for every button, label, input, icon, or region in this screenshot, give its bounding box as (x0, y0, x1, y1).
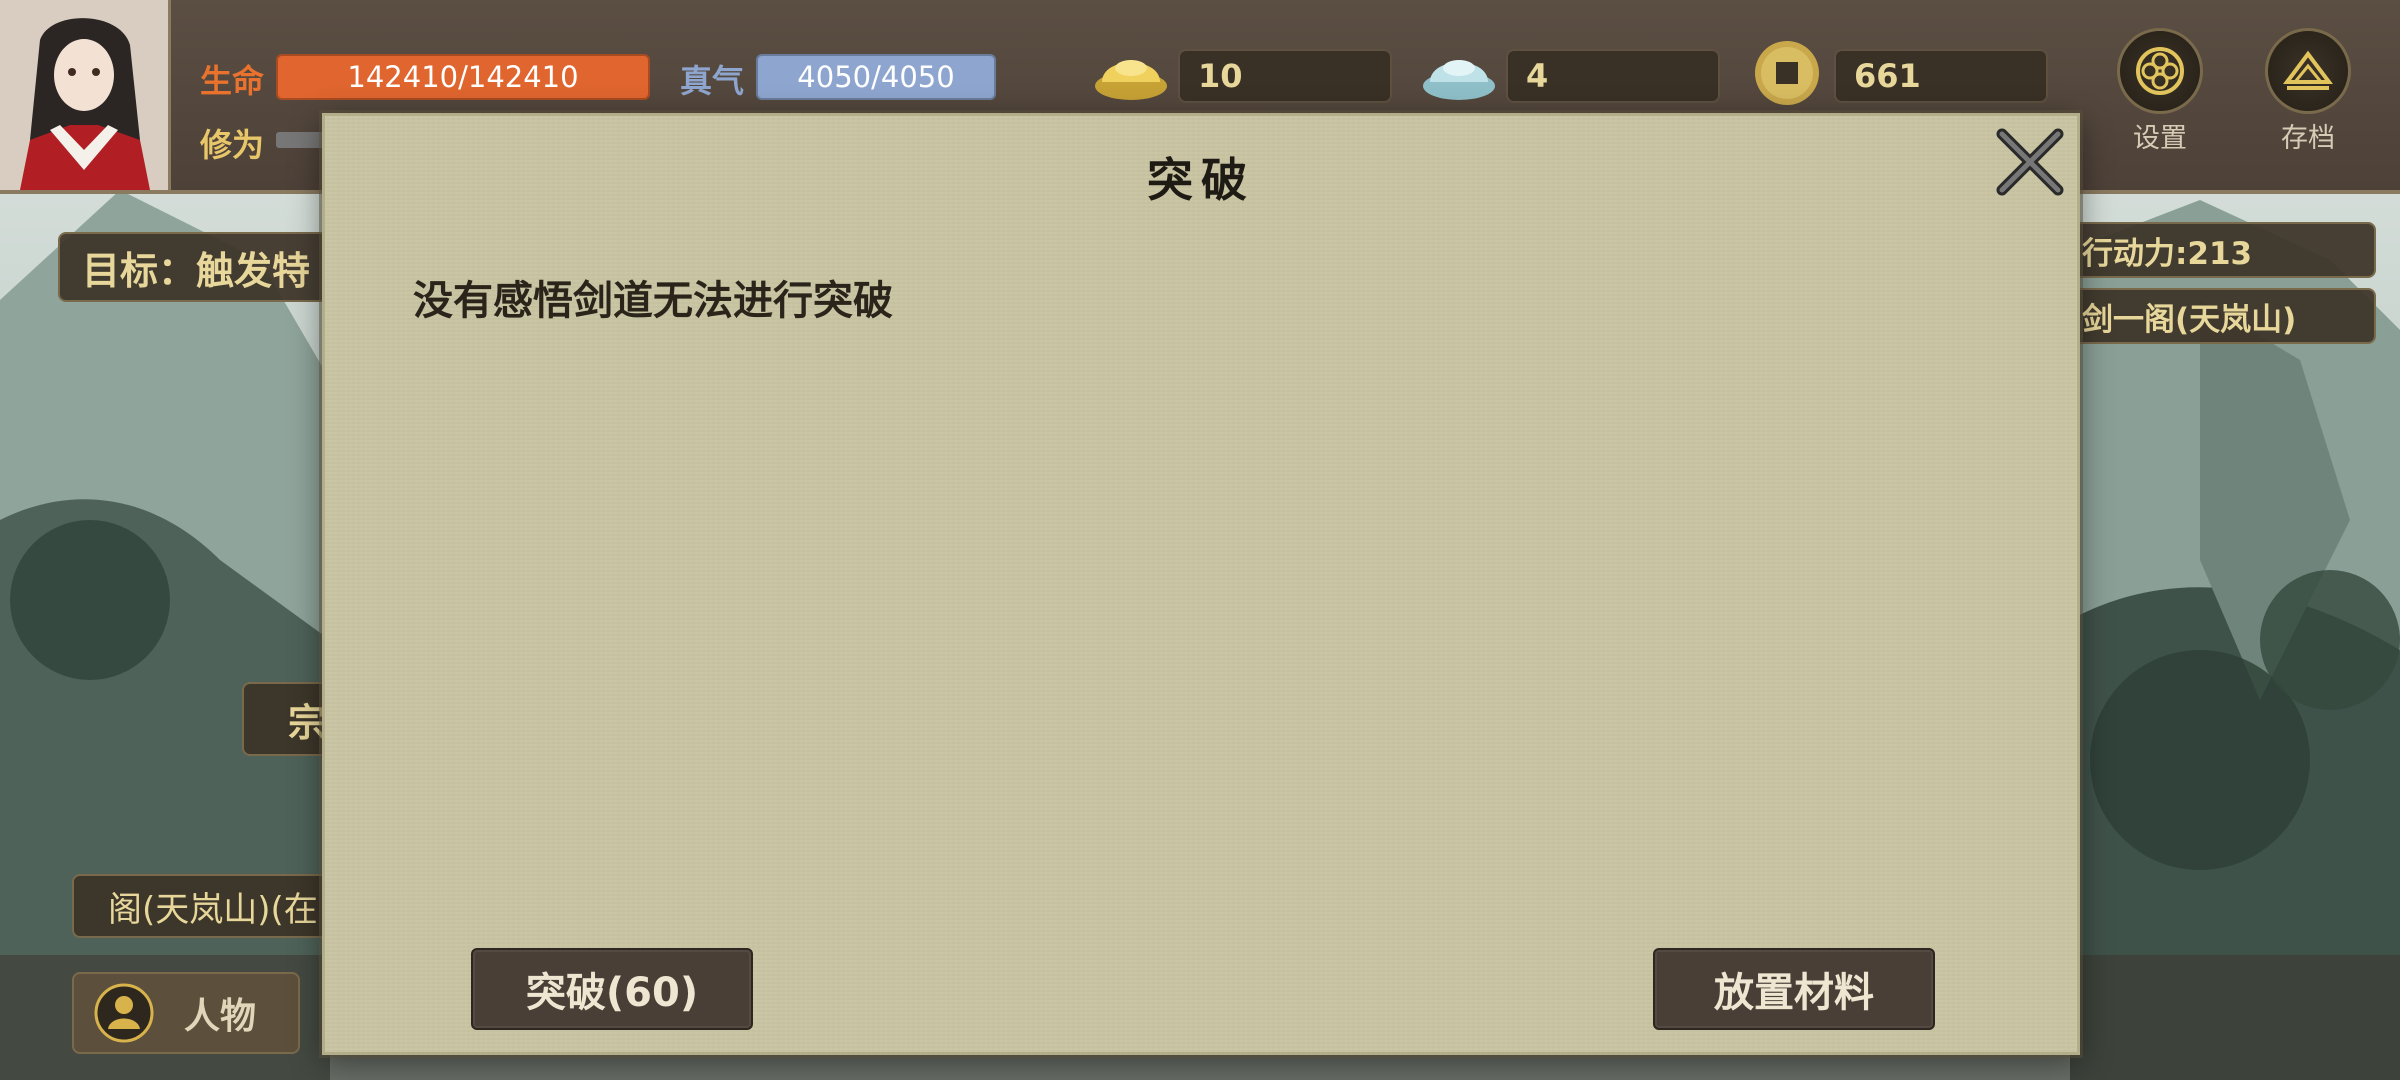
location-name: 剑一阁(天岚山) (2082, 301, 2297, 338)
hp-bar: 142410/142410 (276, 54, 650, 100)
current-location-box: 阁(天岚山)(在 (72, 874, 362, 938)
place-material-button[interactable]: 放置材料 (1653, 948, 1935, 1030)
location-box[interactable]: 剑一阁(天岚山) (2040, 288, 2376, 344)
action-points-box: 行动力:213 (2040, 222, 2376, 278)
action-points: 行动力:213 (2082, 235, 2253, 272)
breakthrough-button[interactable]: 突破(60) (471, 948, 753, 1030)
gold-ingot-icon (1095, 60, 1167, 100)
hp-label: 生命 (200, 62, 265, 100)
coin-count: 661 (1834, 49, 2048, 103)
silver-count: 4 (1506, 49, 1720, 103)
character-label: 人物 (184, 996, 257, 1037)
sect-label: 宗 (288, 700, 327, 745)
close-icon[interactable] (1990, 122, 2070, 202)
breakthrough-dialog: 突破 没有感悟剑道无法进行突破 突破(60) 放置材料 (322, 113, 2080, 1055)
settings-button[interactable]: 设置 (2110, 28, 2210, 155)
avatar (0, 0, 168, 190)
settings-label: 设置 (2133, 123, 2187, 154)
goal-banner: 目标：触发特 (58, 232, 358, 302)
copper-coin-icon (1755, 41, 1819, 105)
gold-count: 10 (1178, 49, 1392, 103)
cultivation-label: 修为 (200, 126, 265, 164)
dialog-title: 突破 (1147, 153, 1255, 207)
qi-label: 真气 (680, 62, 745, 100)
goal-text: 目标：触发特 (82, 248, 311, 293)
current-location: 阁(天岚山)(在 (108, 889, 318, 930)
settings-icon (2136, 47, 2184, 95)
save-icon (2283, 50, 2333, 90)
save-label: 存档 (2281, 123, 2335, 154)
qi-bar: 4050/4050 (756, 54, 996, 100)
character-icon (94, 983, 154, 1043)
character-portrait[interactable] (0, 0, 171, 190)
silver-ingot-icon (1423, 60, 1495, 100)
save-button[interactable]: 存档 (2258, 28, 2358, 155)
character-button[interactable]: 人物 (72, 972, 300, 1054)
dialog-message: 没有感悟剑道无法进行突破 (413, 278, 893, 324)
